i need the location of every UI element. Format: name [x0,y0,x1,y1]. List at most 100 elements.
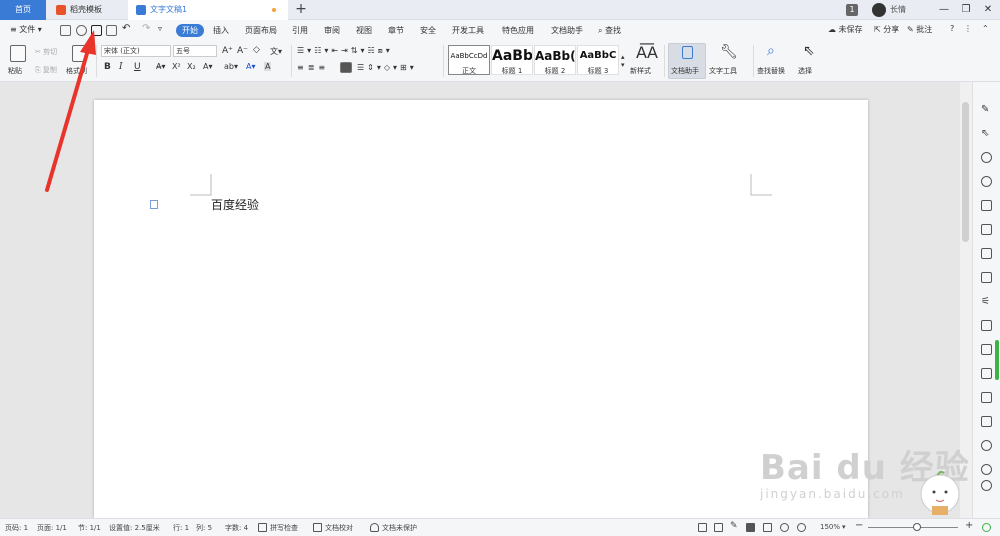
tab-start[interactable]: 开始 [176,24,204,37]
protection-status[interactable]: 文档未保护 [382,523,417,533]
export-icon[interactable] [981,344,992,355]
clear-format-icon[interactable]: ◇ [253,45,260,55]
print-icon[interactable] [91,25,102,36]
tab-insert[interactable]: 插入 [213,24,229,37]
tab-developer[interactable]: 开发工具 [452,24,484,37]
proofread-button[interactable]: 文档校对 [325,523,353,533]
fit-page-icon[interactable] [982,523,991,532]
fullscreen-icon[interactable] [698,523,707,532]
zoom-dropdown-icon[interactable]: ▾ [842,523,846,531]
help-circle-icon[interactable] [981,480,992,491]
tab-security[interactable]: 安全 [420,24,436,37]
document-text[interactable]: 百度经验 [211,196,259,213]
zoom-out-button[interactable]: − [855,520,863,531]
compass-icon[interactable] [981,440,992,451]
customize-toolbar-icon[interactable]: ▿ [158,24,162,33]
sliders-icon[interactable]: ⚟ [981,296,992,307]
find-replace-label[interactable]: 查找替换 [757,66,785,76]
close-window-button[interactable]: ✕ [980,2,996,18]
file-menu[interactable]: ≡ 文件 ▾ [10,24,42,35]
collapse-ribbon-icon[interactable]: ⌃ [982,24,989,33]
page-number[interactable]: 页码: 1 [5,523,28,533]
text-effect-icon[interactable]: A▾ [203,62,213,71]
document-icon[interactable] [981,320,992,331]
undo-icon[interactable]: ↶ [122,23,130,34]
strikethrough-icon[interactable]: A̶▾ [156,62,166,71]
tab-home[interactable]: 首页 [0,0,46,20]
style-heading-3[interactable]: AaBbC 标题 3 [577,45,619,75]
edit-mode-icon[interactable]: ✎ [730,521,738,531]
translate-icon[interactable] [981,368,992,379]
picture-icon[interactable] [981,416,992,427]
reading-mode-icon[interactable] [714,523,723,532]
output-pdf-icon[interactable] [76,25,87,36]
bold-button[interactable]: B [104,62,111,72]
phonetic-icon[interactable]: 文▾ [270,46,282,57]
minimize-button[interactable]: — [936,2,952,18]
paragraph-more-icons[interactable]: ☰⇕▾◇▾⊞▾ [357,63,417,72]
char-shading-icon[interactable]: A [264,62,272,71]
style-heading-1[interactable]: AaBb 标题 1 [491,45,533,75]
superscript-icon[interactable]: X² [172,62,181,71]
archive-icon[interactable] [981,392,992,403]
table-icon[interactable] [981,224,992,235]
document-page[interactable]: 百度经验 [94,100,868,518]
style-normal[interactable]: AaBbCcDd 正文 [448,45,490,75]
more-icon[interactable]: ⋮ [964,24,972,33]
grow-font-icon[interactable]: A⁺ [222,46,233,56]
column-indicator[interactable]: 列: 5 [196,523,212,533]
align-icons[interactable]: ≡≣≡ [297,63,329,72]
format-painter-icon[interactable] [72,45,86,62]
section-indicator[interactable]: 节: 1/1 [78,523,101,533]
pen-icon[interactable]: ✎ [981,104,992,115]
style-heading-2[interactable]: AaBb( 标题 2 [534,45,576,75]
annotate-button[interactable]: ✎ 批注 [907,24,932,35]
restore-button[interactable]: ❐ [958,2,974,18]
find-replace-icon[interactable]: ⌕ [767,43,775,59]
underline-button[interactable]: U [134,62,141,72]
paste-label[interactable]: 粘贴 [8,66,22,76]
zoom-level[interactable]: 150% [820,523,840,531]
paste-icon[interactable] [10,45,26,62]
setting-value[interactable]: 设置值: 2.5厘米 [109,523,160,533]
tab-chapter[interactable]: 章节 [388,24,404,37]
italic-button[interactable]: I [119,62,123,72]
save-icon[interactable] [60,25,71,36]
tab-page-layout[interactable]: 页面布局 [245,24,277,37]
copy-button[interactable]: ⎘ 复制 [35,65,57,75]
tab-doc-assistant[interactable]: 文档助手 [551,24,583,37]
web-view-icon[interactable] [780,523,789,532]
avatar[interactable] [872,3,886,17]
zoom-slider-handle[interactable] [913,523,921,531]
grid-apps-icon[interactable] [981,248,992,259]
tab-document[interactable]: 文字文稿1 [128,0,288,20]
wrench-icon[interactable]: 🔧︎ [720,44,738,60]
clock-icon[interactable] [981,464,992,475]
text-tools-label[interactable]: 文字工具 [709,66,737,76]
shrink-font-icon[interactable]: A⁻ [237,46,248,56]
new-style-icon[interactable]: A͞A [636,43,658,62]
cut-button[interactable]: ✂ 剪切 [35,47,57,57]
list-icons[interactable]: ☰▾☷▾⇤⇥⇅▾☵⧈▾ [297,46,393,56]
outline-view-icon[interactable] [763,523,772,532]
select-cursor-icon[interactable]: ⇖ [803,43,815,59]
highlight-icon[interactable]: ab▾ [224,62,238,71]
print-preview-icon[interactable] [106,25,117,36]
select-label[interactable]: 选择 [798,66,812,76]
search-command[interactable]: ⌕ 查找 [598,24,621,37]
spell-check-button[interactable]: 拼写检查 [270,523,298,533]
tab-special[interactable]: 特色应用 [502,24,534,37]
row-indicator[interactable]: 行: 1 [173,523,189,533]
tab-view[interactable]: 视图 [356,24,372,37]
styles-scroll-icon[interactable]: ▴ ▾ [621,53,625,69]
new-style-label[interactable]: 新样式 [630,66,651,76]
new-tab-button[interactable]: + [294,0,308,20]
justify-icon[interactable] [340,62,352,73]
eye-protection-icon[interactable] [797,523,806,532]
tab-reference[interactable]: 引用 [292,24,308,37]
unsaved-status[interactable]: ☁ 未保存 [828,24,863,35]
share-button[interactable]: ⇱ 分享 [874,24,899,35]
word-count[interactable]: 字数: 4 [225,523,248,533]
user-name[interactable]: 长情 [890,4,906,15]
window-count-badge[interactable]: 1 [846,4,858,16]
